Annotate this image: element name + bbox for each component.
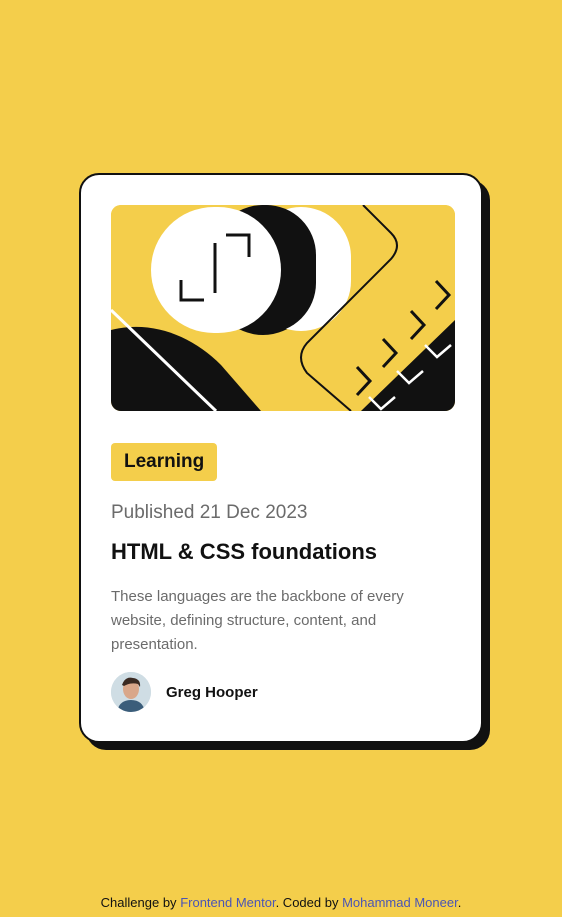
article-description: These languages are the backbone of ever… [111, 588, 404, 653]
article-illustration [111, 205, 455, 411]
avatar [111, 672, 151, 712]
attribution-prefix: Challenge by [100, 895, 177, 910]
blog-preview-card: Learning Published 21 Dec 2023 HTML & CS… [79, 173, 483, 743]
attribution-middle: . Coded by [275, 895, 339, 910]
author-name: Greg Hooper [166, 683, 258, 701]
attribution: Challenge by Frontend Mentor. Coded by M… [0, 895, 562, 910]
author-info: Greg Hooper [111, 672, 258, 712]
attribution-suffix: . [457, 895, 462, 910]
coder-link[interactable]: Mohammad Moneer [342, 895, 458, 910]
category-tag: Learning [111, 443, 218, 481]
article-title[interactable]: HTML & CSS foundations [111, 539, 377, 565]
published-date: Published 21 Dec 2023 [111, 502, 308, 523]
frontend-mentor-link[interactable]: Frontend Mentor [180, 895, 275, 910]
